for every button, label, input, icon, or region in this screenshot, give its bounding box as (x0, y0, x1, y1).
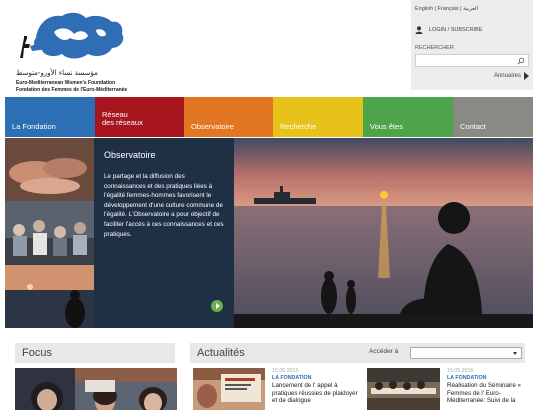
focus-image[interactable] (15, 368, 177, 410)
news-title[interactable]: Lancement de l' appel à pratiques réussi… (272, 382, 364, 404)
hero-sunset-photo (234, 138, 533, 328)
nav-item-la-fondation[interactable]: La Fondation (5, 97, 95, 137)
observatoire-panel: Observatoire Le partage et la diffusion … (94, 138, 234, 328)
chevron-right-icon (215, 303, 220, 309)
annuaires-link[interactable]: Annuaires (494, 72, 529, 80)
nav-item-observatoire[interactable]: Observatoire (184, 97, 273, 137)
login-link[interactable]: LOGIN / SUBSCRIBE (415, 26, 483, 34)
login-label: LOGIN / SUBSCRIBE (429, 27, 483, 33)
language-switcher[interactable]: English | Français | العربية (415, 6, 478, 12)
news-item-2[interactable]: 15.05.2015 LA FONDATION Réalisation du S… (447, 368, 531, 404)
panel-description: Le partage et la diffusion des connaissa… (104, 173, 224, 238)
arrow-right-icon (524, 72, 529, 80)
nav-label: Contact (460, 122, 486, 131)
logo-english-text: Euro-Mediterranean Women's Foundation (16, 80, 116, 86)
nav-label-line2: des réseaux (102, 118, 143, 127)
main-navigation: La Fondation Réseau des réseaux Observat… (5, 97, 533, 137)
news-date: 15.05.2015 (272, 368, 299, 374)
nav-label: Recherche (280, 122, 317, 131)
header: مؤسسة نساء الأورو-متوسط Euro-Mediterrane… (0, 0, 533, 97)
nav-label: Vous êtes (370, 122, 403, 131)
acceder-label: Accéder à (369, 348, 399, 355)
logo-french-text: Fondation des Femmes de l'Euro-Méditerra… (16, 87, 128, 93)
news-image-2[interactable] (367, 368, 440, 410)
actualites-heading: Actualités (197, 347, 245, 359)
logo-arabic-text: مؤسسة نساء الأورو-متوسط (16, 69, 98, 77)
mediterranean-map-icon (20, 12, 124, 59)
search-input[interactable] (415, 54, 529, 67)
panel-title: Observatoire (104, 150, 156, 160)
news-date: 15.05.2015 (447, 368, 474, 374)
content-section: Focus Actualités Accéder à 15.05.2015 LA… (0, 328, 533, 410)
news-image-1[interactable] (193, 368, 265, 410)
nav-item-vous-etes[interactable]: Vous êtes (363, 97, 453, 137)
search-label: RECHERCHER (415, 45, 454, 51)
focus-heading: Focus (15, 343, 175, 363)
search-icon[interactable] (517, 57, 525, 65)
chevron-down-icon (513, 352, 517, 355)
top-utility-panel: English | Français | العربية LOGIN / SUB… (411, 0, 533, 90)
nav-label: Observatoire (191, 122, 234, 131)
news-category: LA FONDATION (447, 375, 487, 382)
nav-label: La Fondation (12, 122, 56, 131)
hero-banner: Observatoire Le partage et la diffusion … (5, 138, 533, 328)
hero-thumbnail-strip[interactable] (5, 138, 94, 328)
news-title[interactable]: Réalisation du Séminaire « Femmes de l' … (447, 382, 531, 404)
nav-item-contact[interactable]: Contact (453, 97, 533, 137)
user-icon (415, 26, 423, 34)
acceder-select[interactable] (410, 347, 522, 359)
foundation-logo[interactable]: مؤسسة نساء الأورو-متوسط Euro-Mediterrane… (14, 8, 134, 93)
nav-item-recherche[interactable]: Recherche (273, 97, 363, 137)
panel-next-button[interactable] (211, 300, 223, 312)
news-item-1[interactable]: 15.05.2015 LA FONDATION Lancement de l' … (272, 368, 364, 404)
annuaires-label: Annuaires (493, 73, 521, 79)
nav-item-reseau[interactable]: Réseau des réseaux (95, 97, 184, 137)
news-category: LA FONDATION (272, 375, 312, 382)
